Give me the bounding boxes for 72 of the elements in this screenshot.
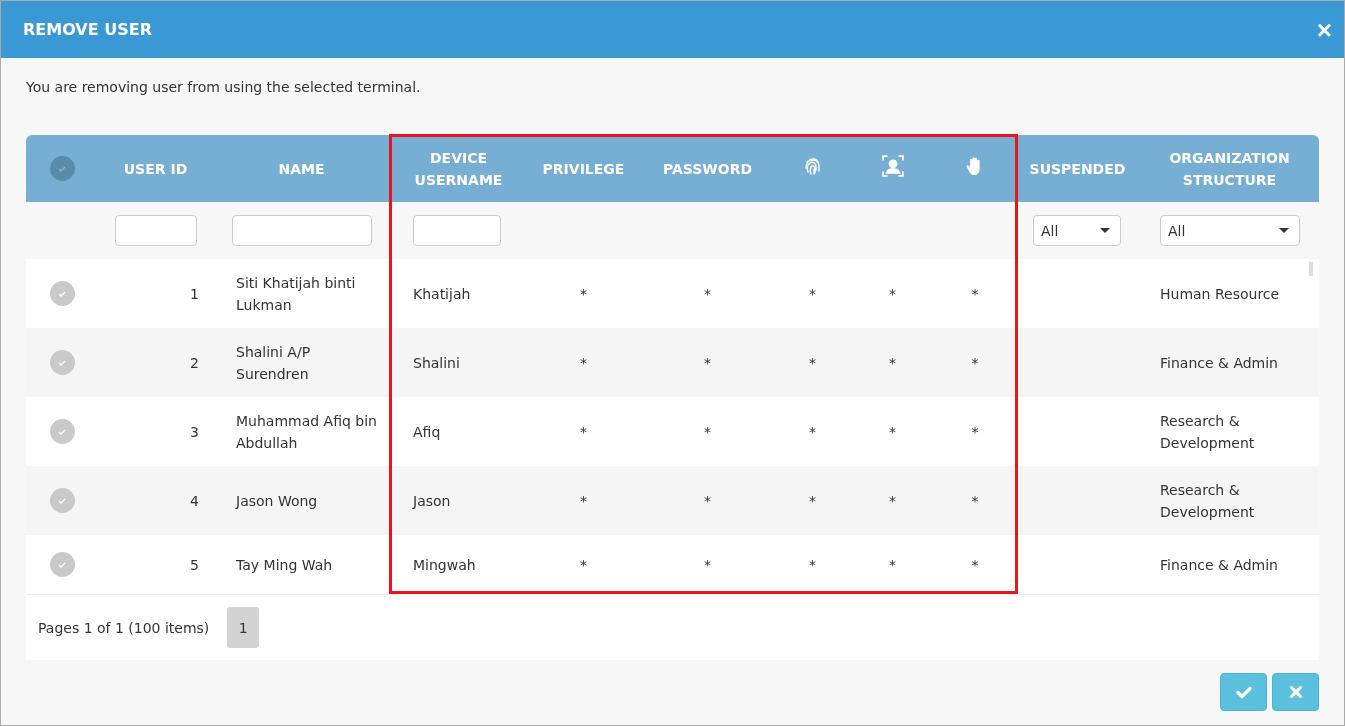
table-cell: * xyxy=(580,285,587,302)
table-cell: * xyxy=(580,492,587,509)
table-cell: 3 xyxy=(190,423,199,440)
table-cell: Finance & Admin xyxy=(1160,556,1278,573)
table-cell: * xyxy=(809,423,816,440)
table-cell: Finance & Admin xyxy=(1160,354,1278,371)
row-checkbox[interactable] xyxy=(49,350,75,375)
table-cell: * xyxy=(971,423,979,440)
filter-dropdown[interactable]: All xyxy=(1160,215,1300,246)
table-cell: * xyxy=(889,423,896,440)
page-button[interactable]: 1 xyxy=(227,607,260,648)
table-row[interactable]: 1 Siti Khatijah binti Lukman Khatijah * * * * * Human Resource xyxy=(26,259,1319,328)
table-cell: * xyxy=(889,556,896,573)
table-cell: Khatijah xyxy=(413,285,471,302)
table-cell: * xyxy=(889,285,896,302)
table-cell: 1 xyxy=(190,285,199,302)
table-cell: Tay Ming Wah xyxy=(236,556,333,573)
page-summary: Pages 1 of 1 (100 items) xyxy=(38,619,210,636)
table-cell: Shalini xyxy=(413,354,460,371)
table-row[interactable]: 3 Muhammad Afiq bin Abdullah Afiq * * * * * Research & Development xyxy=(26,397,1319,466)
table-cell: * xyxy=(809,354,816,371)
table-cell: * xyxy=(704,556,711,573)
table-cell: * xyxy=(580,354,587,371)
filter-input[interactable] xyxy=(413,215,501,246)
table-cell: * xyxy=(580,423,587,440)
check-icon xyxy=(1235,684,1252,700)
row-checkbox[interactable] xyxy=(49,281,75,306)
table-cell: * xyxy=(971,354,979,371)
row-checkbox[interactable] xyxy=(49,488,75,513)
row-checkbox[interactable] xyxy=(49,419,75,444)
table-cell: * xyxy=(704,285,711,302)
close-icon xyxy=(1288,685,1303,699)
table-cell: Research & Development xyxy=(1160,481,1255,520)
cancel-button[interactable] xyxy=(1272,673,1319,711)
table-cell: * xyxy=(971,492,979,509)
table-cell: Mingwah xyxy=(413,556,476,573)
table-cell: 2 xyxy=(190,354,199,371)
table-cell: Research & Development xyxy=(1160,412,1255,451)
row-checkbox[interactable] xyxy=(49,552,75,577)
dialog-title: REMOVE USER xyxy=(23,20,152,39)
table-cell: Jason Wong xyxy=(236,492,318,509)
table-cell: * xyxy=(809,492,816,509)
table-cell: Human Resource xyxy=(1160,285,1280,302)
table-cell: Muhammad Afiq bin Abdullah xyxy=(236,412,377,451)
table-row[interactable]: 4 Jason Wong Jason * * * * * Research & Development xyxy=(26,466,1319,535)
face-scan-icon[interactable] xyxy=(881,154,904,177)
table-cell: Afiq xyxy=(413,423,441,440)
instruction-text: You are removing user from using the selected terminal. xyxy=(26,79,422,95)
table-cell: * xyxy=(704,354,711,371)
table-row[interactable]: 2 Shalini A/P Surendren Shalini * * * * * Finance & Admin xyxy=(26,328,1319,397)
table-cell: * xyxy=(971,556,979,573)
table-cell: * xyxy=(971,285,979,302)
filter-input[interactable] xyxy=(231,215,372,246)
select-all-checkbox[interactable] xyxy=(49,156,75,181)
confirm-button[interactable] xyxy=(1220,673,1267,711)
table-cell: Siti Khatijah binti Lukman xyxy=(236,274,356,313)
filter-input[interactable] xyxy=(114,215,197,246)
table-cell: Shalini A/P Surendren xyxy=(236,343,311,382)
table-cell: * xyxy=(889,492,896,509)
table-cell: * xyxy=(704,423,711,440)
fingerprint-icon[interactable] xyxy=(802,155,823,176)
scrollbar-thumb[interactable] xyxy=(1309,262,1313,276)
table-cell: * xyxy=(809,556,816,573)
table-cell: * xyxy=(809,285,816,302)
filter-dropdown[interactable]: All xyxy=(1033,215,1121,246)
table-cell: * xyxy=(580,556,587,573)
table-cell: * xyxy=(889,354,896,371)
table-cell: 4 xyxy=(190,492,199,509)
table-cell: * xyxy=(704,492,711,509)
table-cell: Jason xyxy=(413,492,451,509)
table-row[interactable]: 5 Tay Ming Wah Mingwah * * * * * Finance & Admin xyxy=(26,535,1319,594)
table-cell: 5 xyxy=(190,556,199,573)
